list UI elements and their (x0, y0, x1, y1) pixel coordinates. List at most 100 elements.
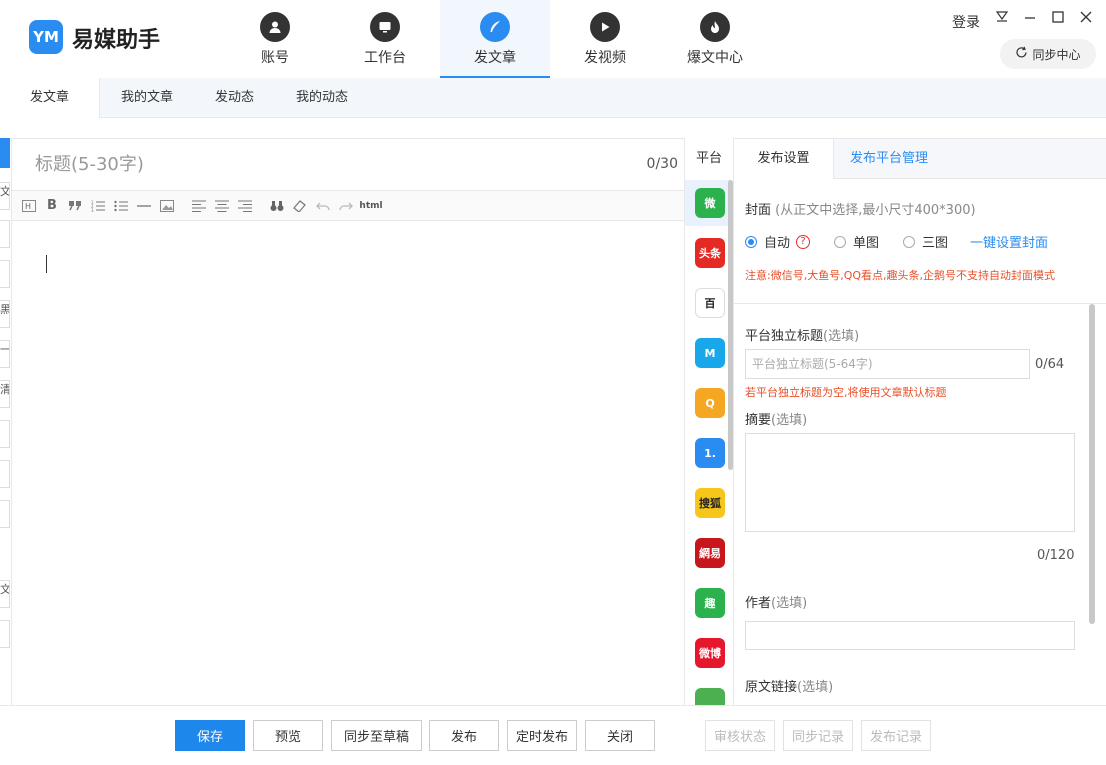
article-title-input[interactable] (35, 151, 635, 177)
redo-icon[interactable] (335, 195, 357, 217)
platform-more-icon[interactable] (695, 688, 725, 705)
gutter-cell[interactable] (0, 420, 10, 448)
undo-icon[interactable] (312, 195, 334, 217)
summary-textarea[interactable] (745, 433, 1075, 532)
gutter-cell[interactable]: 文 (0, 182, 10, 210)
publish-settings-panel: 发布设置 发布平台管理 封面 (从正文中选择,最小尺寸400*300) 自动 ?… (734, 138, 1106, 705)
sync-center-button[interactable]: 同步中心 (1000, 39, 1096, 69)
publish-log-button[interactable]: 发布记录 (861, 720, 931, 751)
author-input[interactable] (745, 621, 1075, 650)
maximize-icon[interactable] (1048, 10, 1068, 28)
toolbar-separator (179, 195, 187, 217)
monitor-icon (370, 12, 400, 42)
gutter-cell[interactable] (0, 260, 10, 288)
gutter-cell[interactable] (0, 500, 10, 528)
person-icon (260, 12, 290, 42)
gutter-cell[interactable]: 文 (0, 580, 10, 608)
platform-yidian-icon[interactable]: 1. (695, 438, 725, 468)
preview-button[interactable]: 预览 (253, 720, 323, 751)
image-icon[interactable] (156, 195, 178, 217)
platform-toutiao-icon[interactable]: 头条 (695, 238, 725, 268)
optional-hint: (选填) (771, 413, 808, 428)
review-status-button[interactable]: 审核状态 (705, 720, 775, 751)
platform-scrollbar[interactable] (728, 180, 733, 470)
source-link-text: 原文链接 (745, 680, 798, 695)
toolbar-separator (257, 195, 265, 217)
platform-dayu-icon[interactable]: M (695, 338, 725, 368)
unordered-list-icon[interactable] (110, 195, 132, 217)
eraser-icon[interactable] (289, 195, 311, 217)
ordered-list-icon[interactable]: 123 (87, 195, 109, 217)
find-icon[interactable] (266, 195, 288, 217)
publish-button[interactable]: 发布 (429, 720, 499, 751)
platform-title-count: 0/64 (1035, 357, 1065, 372)
tab-publish-settings[interactable]: 发布设置 (734, 139, 834, 179)
nav-account[interactable]: 账号 (220, 0, 330, 78)
minimize-icon[interactable] (1020, 10, 1040, 28)
nav-publish-article[interactable]: 发文章 (440, 0, 550, 78)
feather-icon (480, 12, 510, 42)
header: YM 易媒助手 账号 工作台 发文章 发视频 爆文中心 登录 同步中心 (0, 0, 1106, 78)
gutter-cell[interactable] (0, 220, 10, 248)
align-right-icon[interactable] (234, 195, 256, 217)
bold-icon[interactable]: B (41, 195, 63, 217)
login-link[interactable]: 登录 (952, 12, 980, 32)
platform-title-warning: 若平台独立标题为空,将使用文章默认标题 (745, 386, 947, 399)
gutter-cell[interactable] (0, 620, 10, 648)
sync-log-button[interactable]: 同步记录 (783, 720, 853, 751)
editor-content-area[interactable] (12, 221, 684, 705)
gutter-cell[interactable]: 黑 (0, 300, 10, 328)
sync-draft-button[interactable]: 同步至草稿 (331, 720, 422, 751)
radio-triple[interactable] (903, 235, 916, 248)
nav-label: 工作台 (364, 50, 406, 66)
left-gutter: 文 黑 一 清 文 (0, 138, 11, 705)
subtab-publish-post[interactable]: 发动态 (194, 78, 275, 118)
platform-netease-icon[interactable]: 網易 (695, 538, 725, 568)
close-icon[interactable] (1076, 10, 1096, 28)
heading-icon[interactable]: H (18, 195, 40, 217)
align-center-icon[interactable] (211, 195, 233, 217)
nav-hot-articles[interactable]: 爆文中心 (660, 0, 770, 78)
radio-single[interactable] (834, 235, 847, 248)
platform-header: 平台 (695, 151, 722, 166)
save-button[interactable]: 保存 (175, 720, 245, 751)
quote-icon[interactable] (64, 195, 86, 217)
help-icon[interactable]: ? (796, 234, 811, 249)
settings-scrollbar[interactable] (1089, 304, 1095, 624)
editor-toolbar: H B 123 html (12, 190, 684, 221)
dropdown-icon[interactable] (992, 10, 1012, 26)
subtab-my-posts[interactable]: 我的动态 (275, 78, 369, 118)
tab-platform-management[interactable]: 发布平台管理 (834, 139, 944, 179)
radio-single-label: 单图 (853, 236, 880, 251)
radio-auto[interactable] (745, 235, 757, 248)
platform-weibo-icon[interactable]: 微博 (695, 638, 725, 668)
subtab-publish-article[interactable]: 发文章 (0, 78, 100, 118)
platform-qq-kandian-icon[interactable]: Q (695, 388, 725, 418)
html-source-button[interactable]: html (358, 195, 384, 217)
close-button[interactable]: 关闭 (585, 720, 655, 751)
optional-hint: (选填) (823, 329, 860, 344)
gutter-cell[interactable]: 一 (0, 340, 10, 368)
optional-hint: (选填) (797, 680, 834, 695)
svg-text:H: H (25, 202, 31, 211)
nav-workbench[interactable]: 工作台 (330, 0, 440, 78)
gutter-cell[interactable] (0, 460, 10, 488)
play-icon (590, 12, 620, 42)
one-click-cover-link[interactable]: 一键设置封面 (970, 232, 1048, 251)
schedule-publish-button[interactable]: 定时发布 (507, 720, 577, 751)
align-left-icon[interactable] (188, 195, 210, 217)
platform-qutoutiao-icon[interactable]: 趣 (695, 588, 725, 618)
platform-baijia-icon[interactable]: 百 (695, 288, 725, 318)
nav-label: 发文章 (474, 50, 516, 66)
nav-publish-video[interactable]: 发视频 (550, 0, 660, 78)
gutter-active-marker (0, 138, 10, 168)
cover-hint: (从正文中选择,最小尺寸400*300) (775, 203, 976, 218)
title-char-count: 0/30 (646, 156, 678, 172)
gutter-cell[interactable]: 清 (0, 380, 10, 408)
platform-sohu-icon[interactable]: 搜狐 (695, 488, 725, 518)
cover-label: 封面 (从正文中选择,最小尺寸400*300) (745, 199, 976, 218)
subtab-my-articles[interactable]: 我的文章 (100, 78, 194, 118)
horizontal-rule-icon[interactable] (133, 195, 155, 217)
platform-wechat-icon[interactable]: 微 (695, 188, 725, 218)
platform-title-input[interactable] (745, 349, 1030, 379)
